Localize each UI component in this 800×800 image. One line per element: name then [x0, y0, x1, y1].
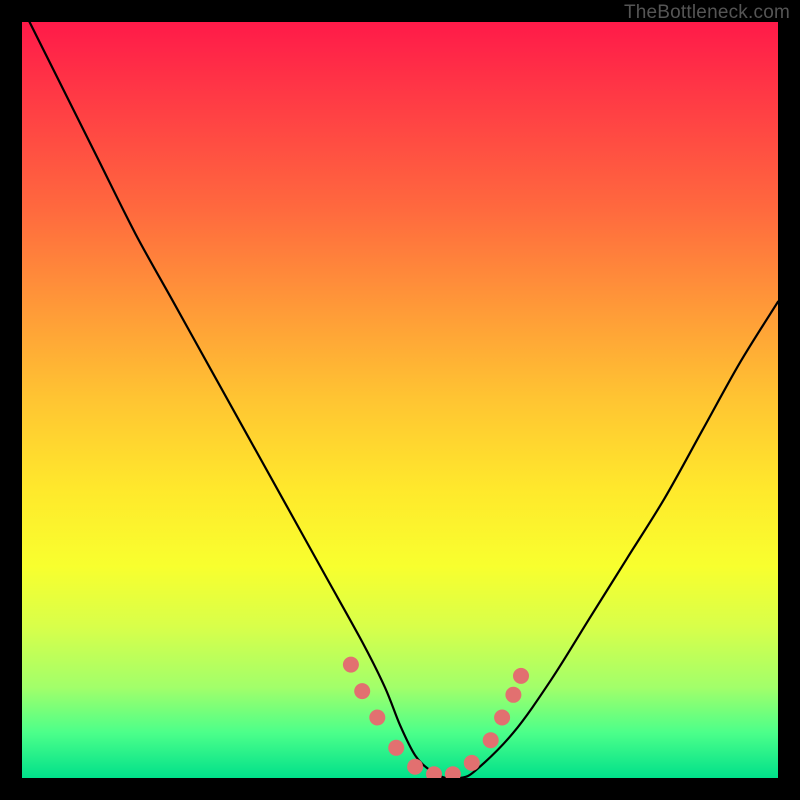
curve-marker: [483, 732, 499, 748]
curve-marker: [505, 687, 521, 703]
curve-svg: [22, 22, 778, 778]
curve-marker: [369, 710, 385, 726]
curve-marker: [343, 657, 359, 673]
chart-frame: TheBottleneck.com: [0, 0, 800, 800]
marker-group: [343, 657, 529, 778]
curve-marker: [354, 683, 370, 699]
curve-marker: [494, 710, 510, 726]
bottleneck-curve: [22, 22, 778, 778]
attribution-text: TheBottleneck.com: [624, 2, 790, 24]
curve-marker: [464, 755, 480, 771]
curve-marker: [445, 766, 461, 778]
curve-marker: [407, 759, 423, 775]
curve-marker: [388, 740, 404, 756]
curve-marker: [513, 668, 529, 684]
plot-area: [22, 22, 778, 778]
